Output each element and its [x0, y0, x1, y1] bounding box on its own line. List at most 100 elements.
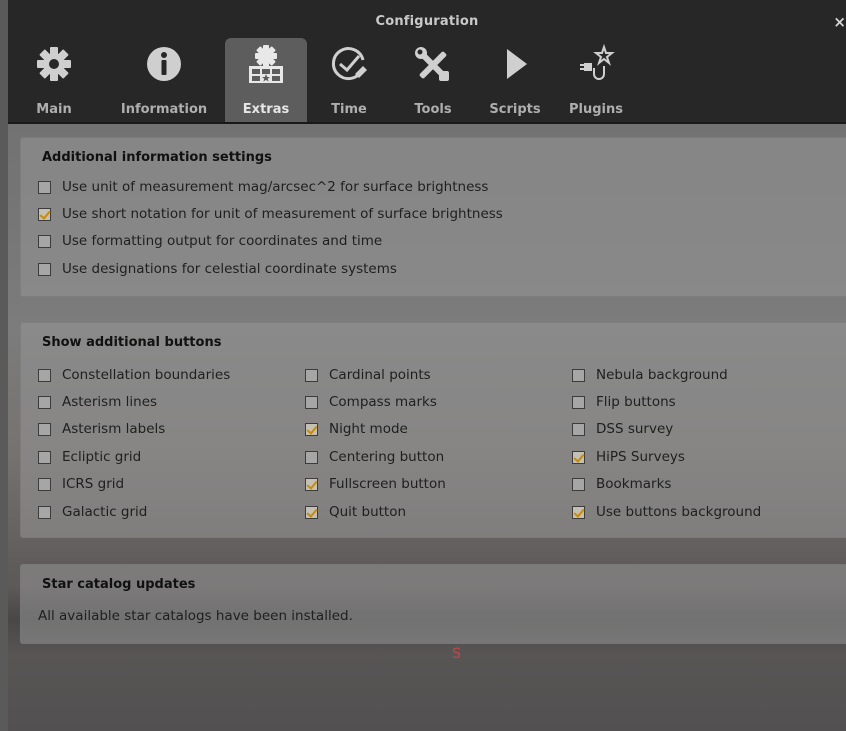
checkbox-box: [572, 422, 585, 436]
checkbox-box: [38, 395, 51, 409]
plugin-icon: [580, 44, 615, 80]
tab-extras[interactable]: Extras: [225, 38, 307, 124]
centering-button-checkbox[interactable]: Centering button: [305, 448, 444, 466]
flip-buttons-checkbox[interactable]: Flip buttons: [572, 393, 676, 411]
checkbox-label: Cardinal points: [329, 367, 431, 383]
checkbox-box: [305, 505, 318, 519]
checkbox-box: [38, 450, 51, 464]
bookmarks-checkbox[interactable]: Bookmarks: [572, 475, 671, 493]
checkbox-label: Night mode: [329, 421, 408, 437]
checkbox-label: Bookmarks: [596, 476, 672, 492]
toolbar-divider: [8, 122, 846, 124]
checkbox-label: Ecliptic grid: [62, 449, 142, 465]
galactic-grid-checkbox[interactable]: Galactic grid: [38, 503, 147, 521]
nebula-background-checkbox[interactable]: Nebula background: [572, 366, 728, 384]
checkbox-label: Fullscreen button: [329, 476, 446, 492]
dss-survey-checkbox[interactable]: DSS survey: [572, 420, 673, 438]
checkbox-box: [572, 395, 585, 409]
tab-plugins[interactable]: Plugins: [564, 38, 628, 124]
designations-checkbox[interactable]: Use designations for celestial coordinat…: [38, 260, 397, 278]
tab-time[interactable]: Time: [324, 38, 374, 124]
checkbox-label: Use buttons background: [596, 504, 762, 520]
checkbox-box: [38, 505, 51, 519]
cardinal-points-checkbox[interactable]: Cardinal points: [305, 366, 431, 384]
hips-surveys-checkbox[interactable]: HiPS Surveys: [572, 448, 685, 466]
checkbox-label: Flip buttons: [596, 394, 676, 410]
tab-label: Information: [120, 102, 208, 117]
gear-icon: [37, 47, 71, 81]
checkbox-box: [38, 422, 51, 436]
catalog-status-text: All available star catalogs have been in…: [38, 608, 353, 624]
checkbox-label: DSS survey: [596, 421, 674, 437]
close-button[interactable]: ×: [833, 13, 846, 31]
group-title: Additional information settings: [42, 150, 272, 165]
tab-label: Time: [331, 102, 367, 117]
checkbox-box: [572, 368, 585, 382]
star-catalog-group: Star catalog updates All available star …: [20, 564, 846, 644]
south-cardinal-marker: S: [452, 646, 461, 662]
checkbox-label: Quit button: [329, 504, 407, 520]
checkbox-box: [38, 180, 51, 194]
checkbox-label: Asterism labels: [62, 421, 166, 437]
checkbox-label: Use unit of measurement mag/arcsec^2 for…: [62, 179, 489, 195]
title-bar[interactable]: Configuration ×: [8, 0, 846, 38]
tab-label: Extras: [242, 102, 290, 117]
checkbox-label: ICRS grid: [62, 476, 125, 492]
checkbox-label: Centering button: [329, 449, 445, 465]
checkbox-label: Constellation boundaries: [62, 367, 231, 383]
short-notation-checkbox[interactable]: Use short notation for unit of measureme…: [38, 205, 503, 223]
surface-brightness-unit-checkbox[interactable]: Use unit of measurement mag/arcsec^2 for…: [38, 178, 488, 196]
tools-icon: [415, 47, 449, 81]
asterism-labels-checkbox[interactable]: Asterism labels: [38, 420, 165, 438]
play-icon: [507, 49, 527, 79]
checkbox-box: [305, 477, 318, 491]
checkbox-box: [305, 450, 318, 464]
info-icon: [147, 47, 181, 81]
tab-information[interactable]: Information: [107, 38, 221, 124]
asterism-lines-checkbox[interactable]: Asterism lines: [38, 393, 157, 411]
extras-icon: [249, 45, 283, 83]
checkbox-box: [38, 477, 51, 491]
checkbox-box: [38, 262, 51, 276]
checkbox-box: [305, 395, 318, 409]
ecliptic-grid-checkbox[interactable]: Ecliptic grid: [38, 448, 141, 466]
fullscreen-button-checkbox[interactable]: Fullscreen button: [305, 475, 446, 493]
tab-main[interactable]: Main: [25, 38, 83, 124]
group-title: Show additional buttons: [42, 335, 222, 350]
checkbox-box: [572, 450, 585, 464]
checkbox-box: [38, 234, 51, 248]
additional-info-group: Additional information settings Use unit…: [20, 137, 846, 297]
checkbox-label: Galactic grid: [62, 504, 148, 520]
checkbox-label: Use formatting output for coordinates an…: [62, 233, 383, 249]
tab-toolbar: Main Information Extras Time Tools Scrip…: [8, 38, 846, 124]
window-title: Configuration: [375, 14, 479, 29]
tab-label: Scripts: [489, 102, 541, 117]
quit-button-checkbox[interactable]: Quit button: [305, 503, 406, 521]
checkbox-label: Use designations for celestial coordinat…: [62, 261, 397, 277]
tab-label: Main: [36, 102, 72, 117]
tab-label: Plugins: [569, 102, 623, 117]
checkbox-box: [38, 368, 51, 382]
tab-tools[interactable]: Tools: [407, 38, 459, 124]
clock-icon: [331, 47, 367, 81]
tab-label: Tools: [414, 102, 452, 117]
night-mode-checkbox[interactable]: Night mode: [305, 420, 408, 438]
checkbox-box: [305, 368, 318, 382]
tab-scripts[interactable]: Scripts: [483, 38, 547, 124]
checkbox-label: Nebula background: [596, 367, 728, 383]
checkbox-box: [572, 477, 585, 491]
checkbox-label: HiPS Surveys: [596, 449, 685, 465]
buttons-background-checkbox[interactable]: Use buttons background: [572, 503, 761, 521]
additional-buttons-group: Show additional buttons Constellation bo…: [20, 322, 846, 538]
constellation-boundaries-checkbox[interactable]: Constellation boundaries: [38, 366, 230, 384]
checkbox-label: Use short notation for unit of measureme…: [62, 206, 503, 222]
checkbox-box: [305, 422, 318, 436]
group-title: Star catalog updates: [42, 577, 196, 592]
checkbox-label: Asterism lines: [62, 394, 158, 410]
formatting-output-checkbox[interactable]: Use formatting output for coordinates an…: [38, 232, 382, 250]
compass-marks-checkbox[interactable]: Compass marks: [305, 393, 437, 411]
checkbox-box: [572, 505, 585, 519]
checkbox-label: Compass marks: [329, 394, 437, 410]
icrs-grid-checkbox[interactable]: ICRS grid: [38, 475, 124, 493]
checkbox-box: [38, 207, 51, 221]
